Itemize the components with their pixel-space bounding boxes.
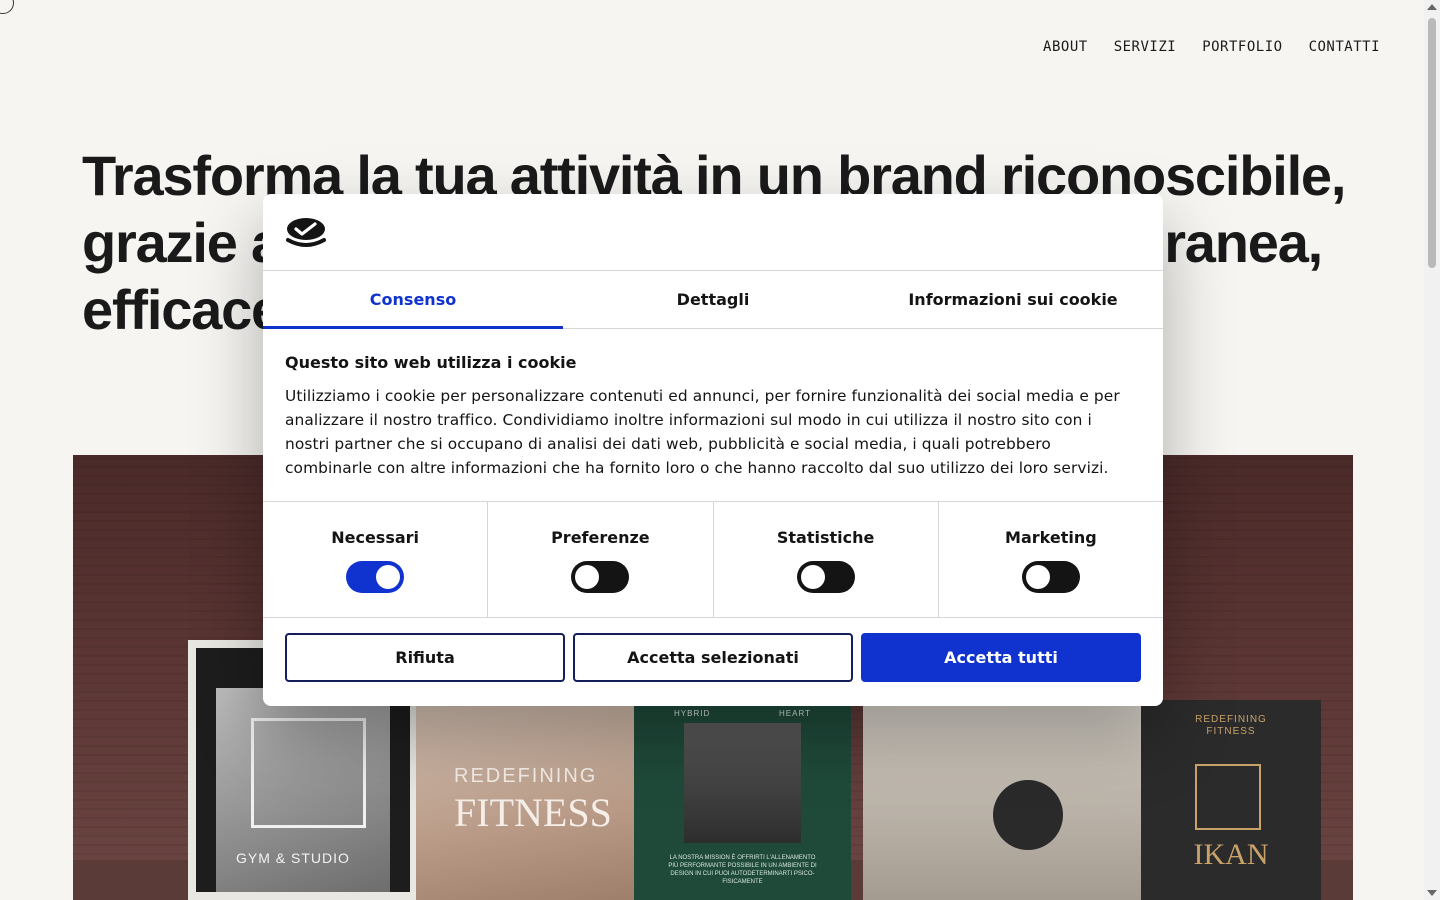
accept-all-button[interactable]: Accetta tutti bbox=[861, 633, 1141, 682]
toggle-label-necessari: Necessari bbox=[331, 528, 420, 547]
cookiebot-logo-icon bbox=[286, 218, 326, 247]
toggle-preferenze[interactable] bbox=[571, 561, 630, 593]
poster-header-right: HEART bbox=[779, 709, 811, 718]
dialog-body: Questo sito web utilizza i cookie Utiliz… bbox=[263, 329, 1163, 502]
toggle-knob bbox=[800, 565, 825, 589]
dialog-tabs: Consenso Dettagli Informazioni sui cooki… bbox=[263, 271, 1163, 329]
reject-button[interactable]: Rifiuta bbox=[285, 633, 565, 682]
tab-dettagli[interactable]: Dettagli bbox=[563, 271, 863, 328]
toggle-label-marketing: Marketing bbox=[1005, 528, 1097, 547]
scroll-up-icon[interactable] bbox=[1427, 4, 1437, 10]
hero-line2-left: grazie a bbox=[82, 211, 282, 274]
accept-selected-button[interactable]: Accetta selezionati bbox=[573, 633, 853, 682]
hero-line2-right: ranea, bbox=[1164, 211, 1323, 274]
athlete-photo bbox=[684, 723, 801, 843]
ikan-logo-icon bbox=[1195, 764, 1261, 830]
poster-ikan: REDEFINING FITNESS IKAN bbox=[1141, 700, 1321, 900]
poster-hybrid-heart: HYBRID HEART LA NOSTRA MISSION È OFFRIRT… bbox=[634, 705, 851, 900]
poster-ikan-tagline-1: REDEFINING bbox=[1195, 714, 1267, 725]
poster-ikan-tagline: REDEFINING FITNESS bbox=[1141, 714, 1321, 738]
brand-mark-icon bbox=[251, 718, 366, 828]
toggle-group-necessari: Necessari bbox=[263, 502, 489, 617]
toggle-knob bbox=[575, 565, 600, 589]
medicine-ball bbox=[993, 780, 1063, 850]
toggle-knob bbox=[1025, 565, 1050, 589]
toggle-group-marketing: Marketing bbox=[939, 502, 1163, 617]
nav-about[interactable]: ABOUT bbox=[1043, 39, 1088, 55]
poster-ikan-tagline-2: FITNESS bbox=[1206, 726, 1256, 737]
toggle-label-statistiche: Statistiche bbox=[776, 528, 875, 547]
poster-header-left: HYBRID bbox=[674, 709, 711, 718]
toggle-group-statistiche: Statistiche bbox=[714, 502, 939, 617]
poster-ikan-brand: IKAN bbox=[1193, 838, 1269, 871]
tab-informazioni[interactable]: Informazioni sui cookie bbox=[863, 271, 1163, 328]
toggle-statistiche[interactable] bbox=[796, 561, 855, 593]
poster-title-line2: FITNESS bbox=[454, 790, 612, 835]
page-scrollbar[interactable] bbox=[1424, 0, 1440, 900]
toggle-necessari[interactable] bbox=[346, 561, 405, 593]
nav-portfolio[interactable]: PORTFOLIO bbox=[1202, 39, 1282, 55]
dialog-header bbox=[263, 194, 1163, 271]
poster-header: HYBRID HEART bbox=[634, 709, 851, 718]
consent-toggles: Necessari Preferenze Statistiche Marketi… bbox=[263, 502, 1163, 618]
toggle-marketing[interactable] bbox=[1021, 561, 1080, 593]
corner-circle-icon bbox=[0, 0, 14, 14]
poster-caption: LA NOSTRA MISSION È OFFRIRTI L'ALLENAMEN… bbox=[668, 855, 817, 885]
toggle-group-preferenze: Preferenze bbox=[488, 502, 714, 617]
dialog-actions: Rifiuta Accetta selezionati Accetta tutt… bbox=[263, 618, 1163, 697]
dialog-text: Utilizziamo i cookie per personalizzare … bbox=[285, 387, 1120, 477]
scrollbar-thumb[interactable] bbox=[1428, 18, 1436, 268]
scroll-down-icon[interactable] bbox=[1427, 890, 1437, 896]
nav-contatti[interactable]: CONTATTI bbox=[1309, 39, 1380, 55]
nav-servizi[interactable]: SERVIZI bbox=[1114, 39, 1177, 55]
poster-redefining-fitness: REDEFINING FITNESS bbox=[416, 705, 634, 900]
hero-line1-comma: , bbox=[1330, 144, 1347, 207]
poster-label: GYM & STUDIO bbox=[236, 850, 350, 866]
top-nav: ABOUT SERVIZI PORTFOLIO CONTATTI bbox=[1043, 39, 1380, 55]
toggle-knob bbox=[376, 565, 401, 589]
cookie-consent-dialog: Consenso Dettagli Informazioni sui cooki… bbox=[263, 194, 1163, 706]
tab-consenso[interactable]: Consenso bbox=[263, 271, 563, 329]
toggle-label-preferenze: Preferenze bbox=[551, 528, 650, 547]
dialog-title: Questo sito web utilizza i cookie bbox=[285, 353, 577, 372]
poster-title-line1: REDEFINING bbox=[454, 765, 598, 787]
